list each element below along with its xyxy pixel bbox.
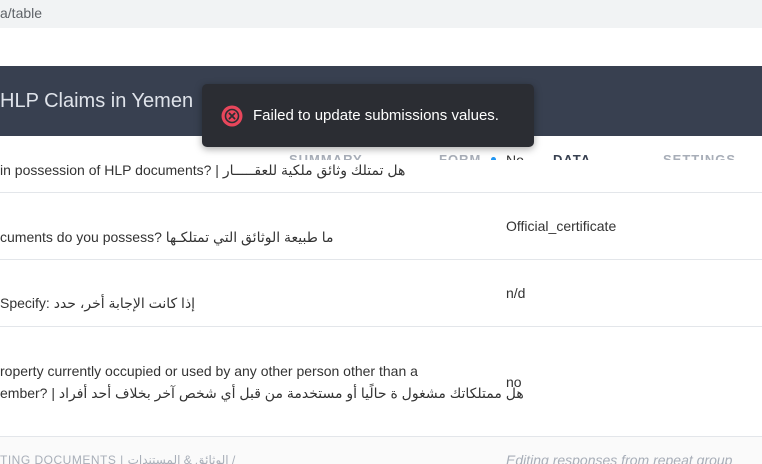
table-row[interactable]: roperty currently occupied or used by an… [0, 327, 762, 437]
table-row[interactable]: in possession of HLP documents? | هل تمت… [0, 160, 762, 193]
tab-settings[interactable]: SETTINGS [663, 152, 736, 160]
group-title: TING DOCUMENTS | الوثائق & المستندات / [0, 453, 236, 464]
tab-form[interactable]: FORM [439, 152, 481, 160]
toast-message: Failed to update submissions values. [253, 107, 499, 124]
group-note: Editing responses from repeat group [506, 452, 733, 464]
tab-summary[interactable]: SUMMARY [289, 152, 363, 160]
table-row[interactable]: Specify: إذا كانت الإجابة أخر، حدد n/d [0, 260, 762, 327]
row-question-line-2: ember? | هل ممتلكاتك مشغول ة حالًيا أو م… [0, 385, 524, 401]
row-question: cuments do you possess? ما طبيعة الوثائق… [0, 229, 334, 245]
table-row[interactable]: cuments do you possess? ما طبيعة الوثائق… [0, 193, 762, 260]
row-answer[interactable]: n/d [506, 285, 525, 301]
row-question: in possession of HLP documents? | هل تمت… [0, 162, 406, 178]
tab-data[interactable]: DATA [553, 152, 591, 160]
error-circle-icon [221, 105, 243, 127]
project-title: HLP Claims in Yemen [0, 90, 194, 112]
repeat-group-row: TING DOCUMENTS | الوثائق & المستندات / E… [0, 437, 762, 464]
row-question-line-1: roperty currently occupied or used by an… [0, 363, 418, 379]
address-url[interactable]: a/table [0, 5, 42, 21]
row-answer[interactable]: Official_certificate [506, 218, 616, 234]
error-toast[interactable]: Failed to update submissions values. [202, 84, 534, 147]
browser-bookmarks-bar [0, 28, 762, 67]
row-1-answer-peek: No [506, 152, 524, 160]
row-answer[interactable]: no [506, 374, 522, 390]
row-question: Specify: إذا كانت الإجابة أخر، حدد [0, 295, 196, 311]
browser-address-bar[interactable]: a/table [0, 0, 762, 28]
